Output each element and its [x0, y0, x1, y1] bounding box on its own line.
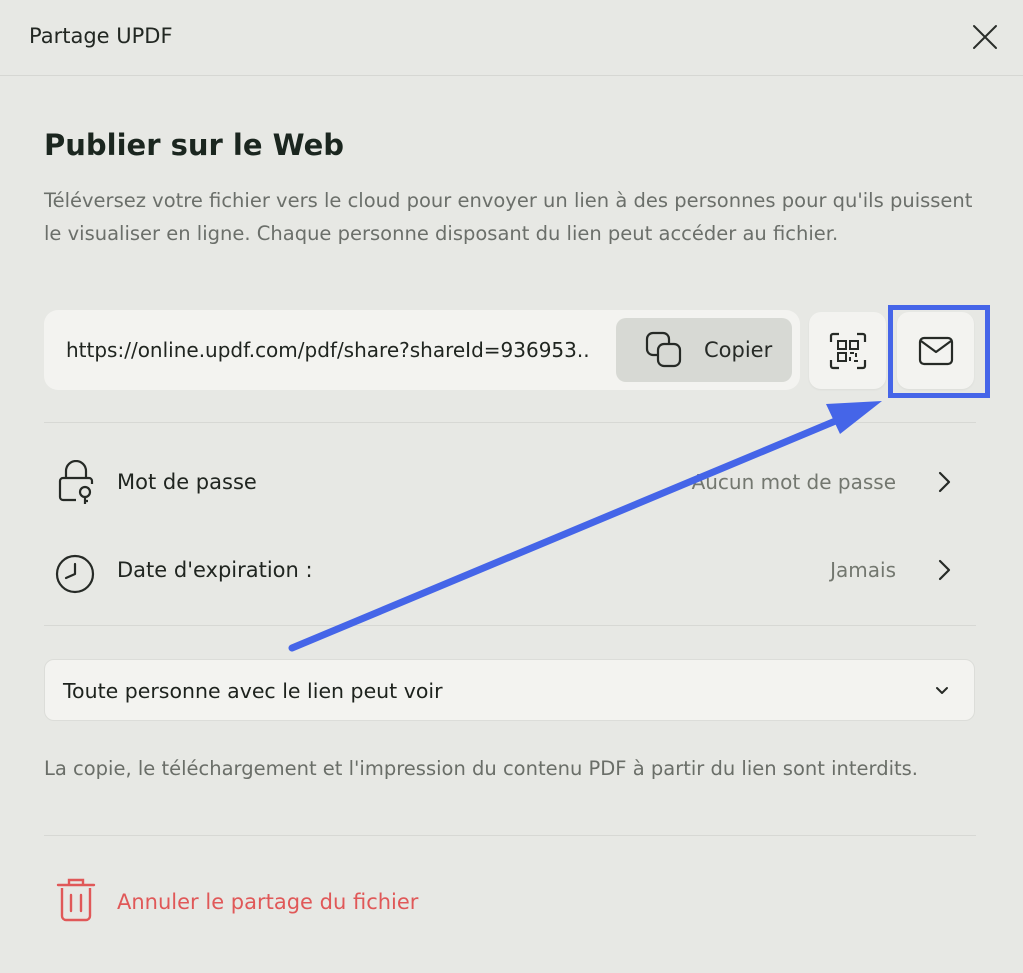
close-icon: [973, 25, 997, 49]
expiration-label: Date d'expiration :: [117, 558, 313, 582]
password-setting-row[interactable]: Mot de passe Aucun mot de passe: [44, 452, 976, 512]
chevron-right-icon: [938, 559, 951, 581]
share-link-box: https://online.updf.com/pdf/share?shareI…: [44, 310, 800, 390]
qr-code-button[interactable]: [809, 312, 886, 389]
close-button[interactable]: [968, 20, 1002, 54]
dialog-title: Partage UPDF: [29, 24, 173, 48]
chevron-down-icon: [936, 687, 948, 694]
email-share-button[interactable]: [897, 312, 974, 389]
qr-code-icon: [829, 332, 866, 369]
clock-icon: [55, 554, 95, 594]
expiration-setting-row[interactable]: Date d'expiration : Jamais: [44, 540, 976, 600]
cancel-share-label: Annuler le partage du fichier: [117, 890, 419, 914]
divider: [44, 422, 976, 423]
title-bar: Partage UPDF: [0, 0, 1023, 76]
cancel-share-button[interactable]: Annuler le partage du fichier: [44, 872, 464, 932]
lock-icon: [58, 460, 94, 504]
share-dialog: Partage UPDF Publier sur le Web Télévers…: [0, 0, 1023, 973]
divider: [44, 625, 976, 626]
password-label: Mot de passe: [117, 470, 257, 494]
section-description: Téléversez votre fichier vers le cloud p…: [44, 189, 973, 245]
share-link-url[interactable]: https://online.updf.com/pdf/share?shareI…: [66, 310, 616, 390]
trash-icon: [56, 878, 96, 922]
permission-note: La copie, le téléchargement et l'impress…: [44, 757, 918, 780]
permission-dropdown[interactable]: Toute personne avec le lien peut voir: [44, 659, 975, 721]
password-value: Aucun mot de passe: [691, 470, 896, 494]
copy-link-button[interactable]: Copier: [616, 318, 792, 382]
permission-selected-value: Toute personne avec le lien peut voir: [63, 679, 443, 703]
section-heading: Publier sur le Web: [44, 128, 344, 162]
mail-icon: [918, 336, 953, 365]
copy-icon: [645, 331, 682, 368]
copy-button-label: Copier: [704, 338, 773, 362]
divider: [44, 835, 976, 836]
expiration-value: Jamais: [830, 558, 896, 582]
chevron-right-icon: [938, 471, 951, 493]
